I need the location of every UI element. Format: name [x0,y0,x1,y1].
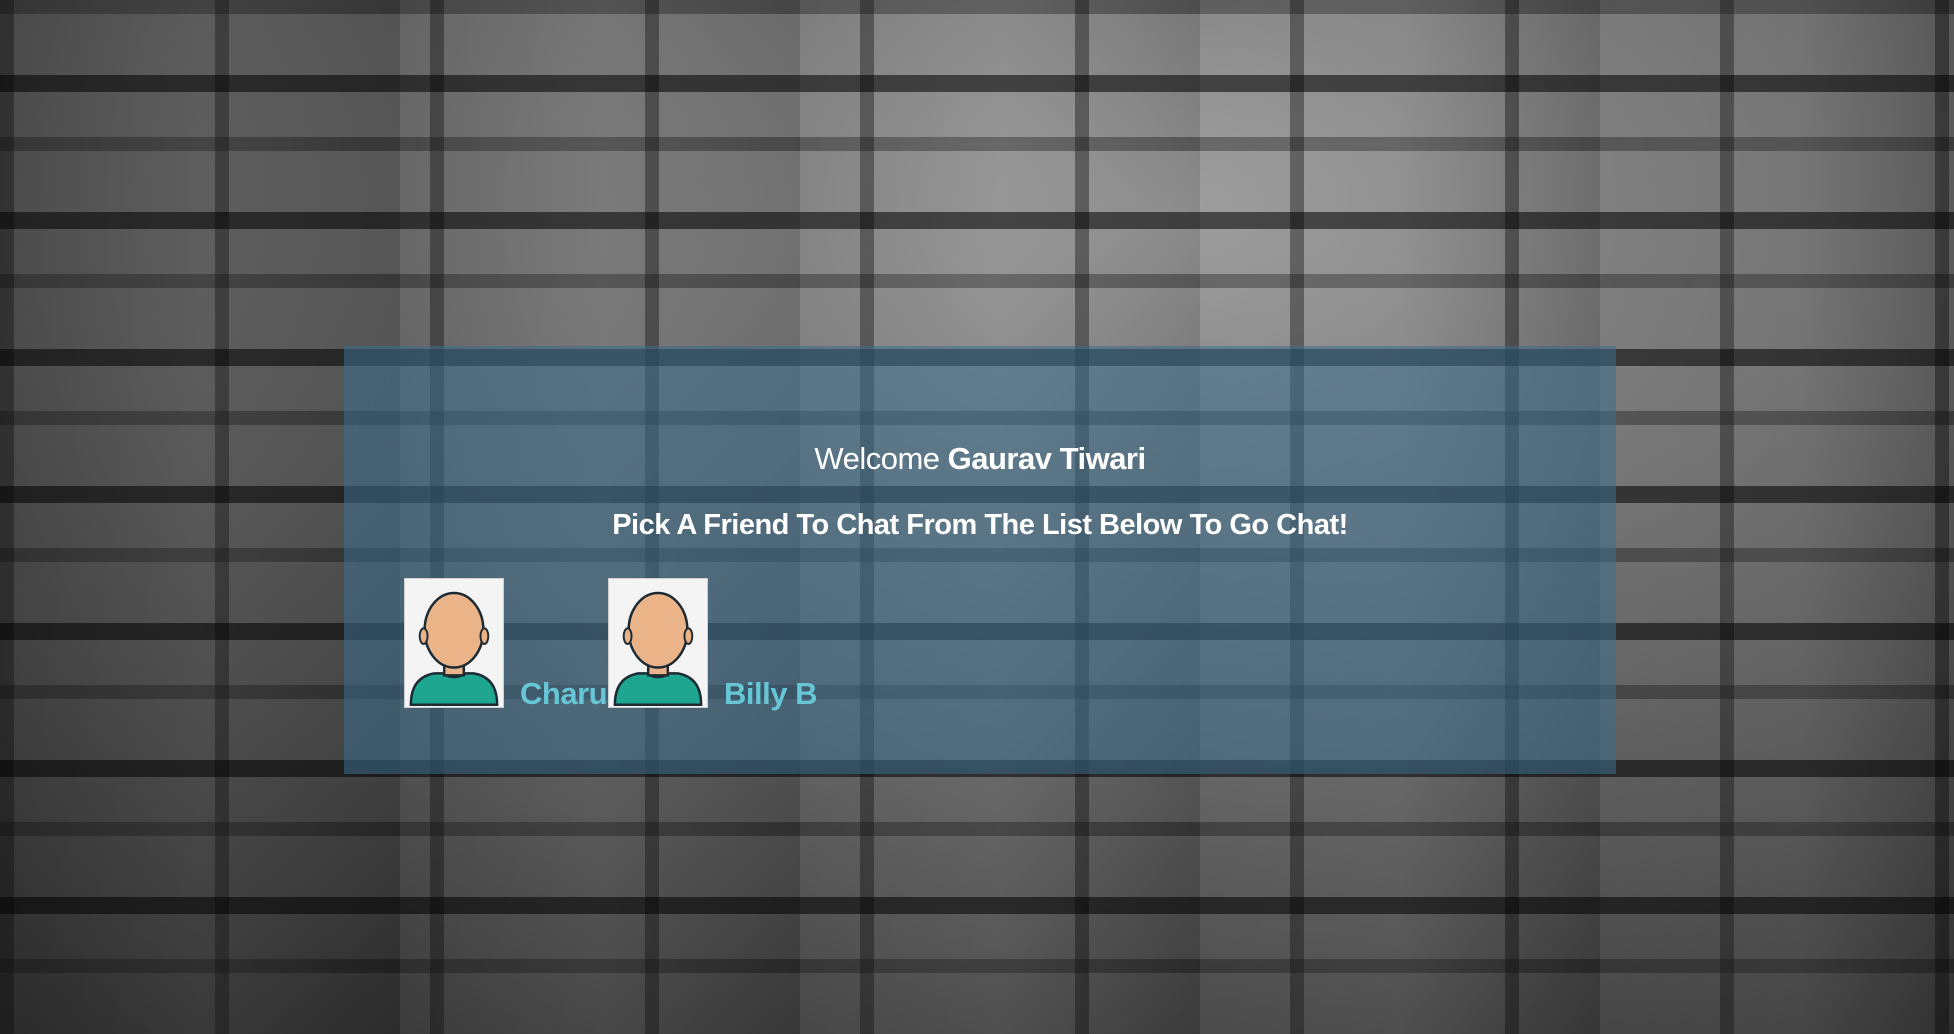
welcome-prefix: Welcome [814,441,940,476]
user-name: Gaurav Tiwari [947,441,1146,476]
friend-name[interactable]: Billy B [724,676,817,712]
welcome-panel: Welcome Gaurav Tiwari Pick A Friend To C… [344,346,1616,774]
person-avatar-icon[interactable] [404,578,504,708]
welcome-heading: Welcome Gaurav Tiwari [344,441,1616,477]
friend-name[interactable]: Charu [520,676,608,712]
instructions-text: Pick A Friend To Chat From The List Belo… [612,509,1348,541]
person-avatar-icon[interactable] [608,578,708,708]
